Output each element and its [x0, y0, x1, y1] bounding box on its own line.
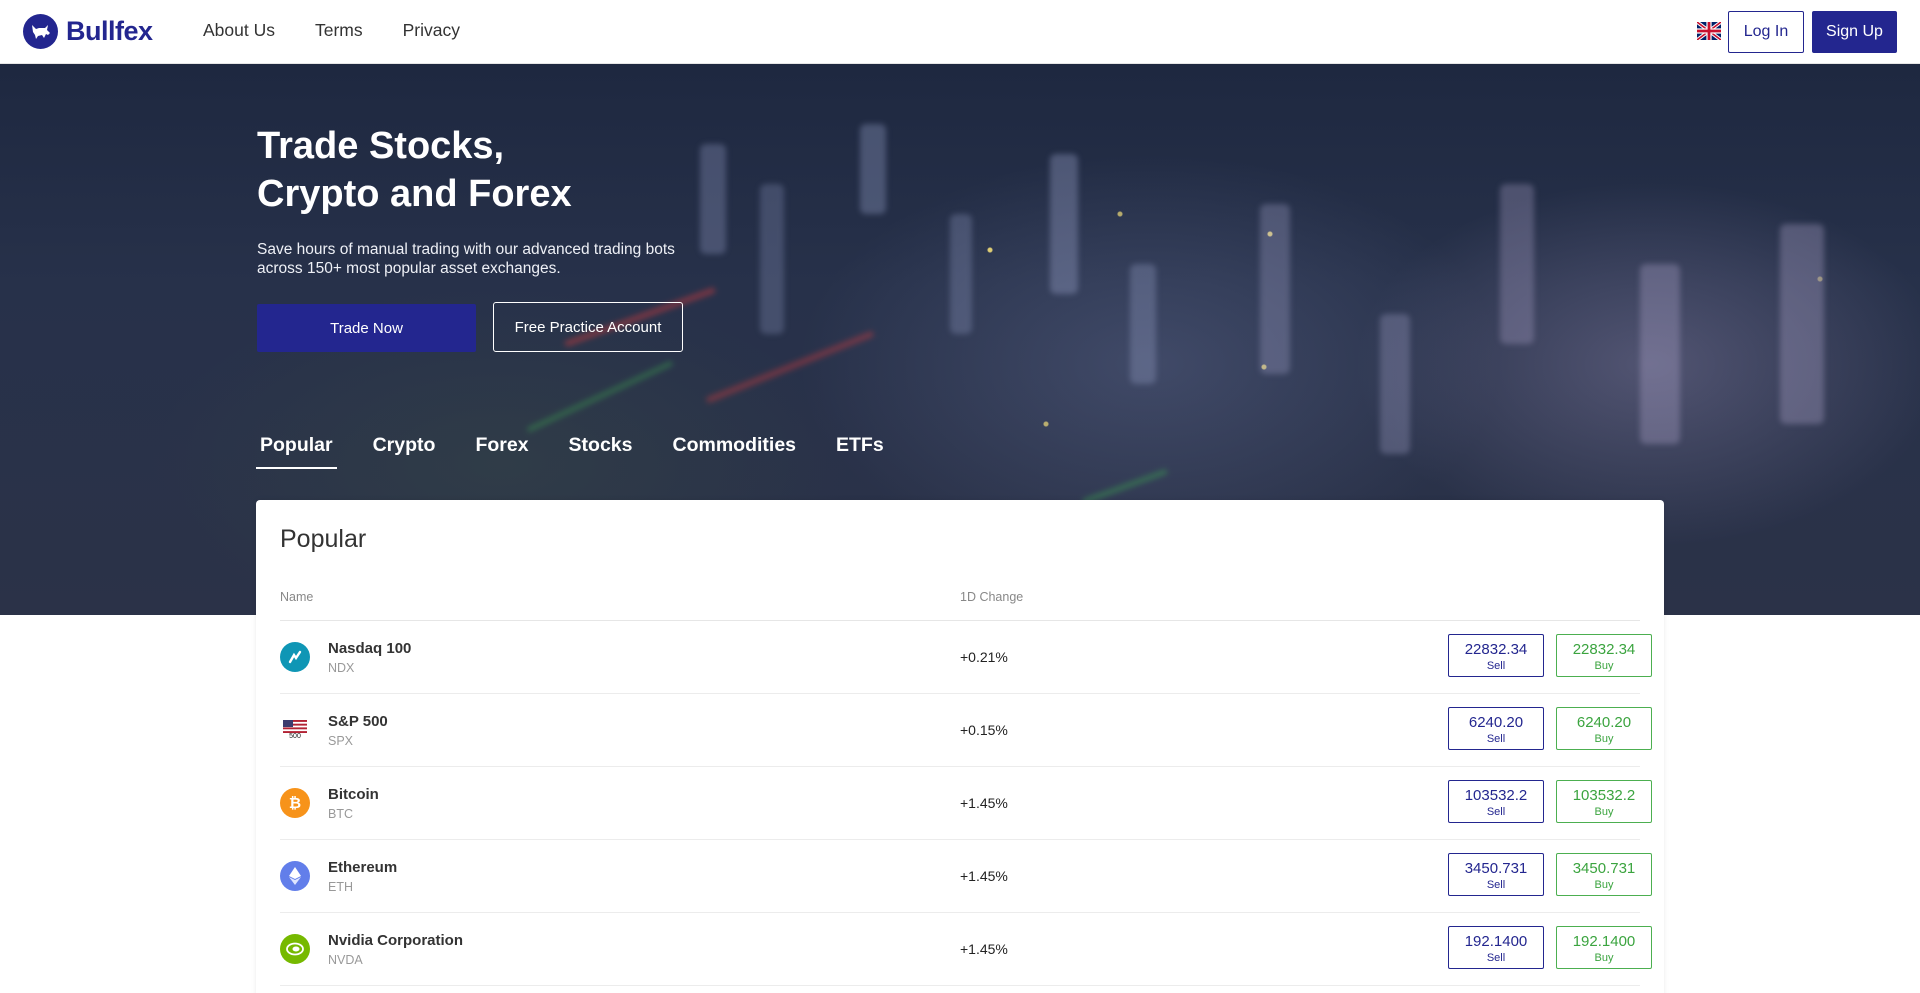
- asset-name[interactable]: Nasdaq 100: [328, 640, 411, 657]
- bull-logo-icon: [23, 14, 58, 49]
- sell-label: Sell: [1486, 660, 1506, 672]
- hero-subtitle: Save hours of manual trading with our ad…: [257, 240, 737, 278]
- asset-tabs: Popular Crypto Forex Stocks Commodities …: [256, 430, 888, 469]
- main-nav: About Us Terms Privacy: [203, 20, 460, 41]
- buy-label: Buy: [1594, 733, 1614, 745]
- hero-title-line-1: Trade Stocks,: [257, 125, 505, 167]
- sell-button[interactable]: 22832.34 Sell: [1448, 634, 1544, 677]
- hero-subtitle-line-1: Save hours of manual trading with our ad…: [257, 241, 675, 258]
- column-header-change: 1D Change: [960, 590, 1024, 604]
- sell-price: 192.1400: [1464, 933, 1528, 950]
- sell-price: 22832.34: [1464, 641, 1528, 658]
- buy-price: 22832.34: [1572, 641, 1636, 658]
- asset-symbol: ETH: [328, 880, 353, 894]
- asset-list: Nasdaq 100 NDX +0.21% 22832.34 Sell 2283…: [280, 621, 1652, 986]
- sell-button[interactable]: 192.1400 Sell: [1448, 926, 1544, 969]
- asset-name[interactable]: Nvidia Corporation: [328, 932, 463, 949]
- table-row: Nasdaq 100 NDX +0.21% 22832.34 Sell 2283…: [280, 621, 1652, 694]
- buy-button[interactable]: 103532.2 Buy: [1556, 780, 1652, 823]
- sell-label: Sell: [1486, 879, 1506, 891]
- buy-button[interactable]: 22832.34 Buy: [1556, 634, 1652, 677]
- trade-now-button[interactable]: Trade Now: [257, 304, 476, 352]
- sell-label: Sell: [1486, 952, 1506, 964]
- asset-name[interactable]: S&P 500: [328, 713, 388, 730]
- sell-button[interactable]: 6240.20 Sell: [1448, 707, 1544, 750]
- asset-symbol: SPX: [328, 734, 354, 748]
- free-practice-account-button[interactable]: Free Practice Account: [493, 302, 683, 352]
- buy-label: Buy: [1594, 879, 1614, 891]
- top-header: Bullfex About Us Terms Privacy Log In Si…: [0, 0, 1920, 64]
- tab-stocks[interactable]: Stocks: [565, 430, 637, 469]
- buy-label: Buy: [1594, 660, 1614, 672]
- buy-label: Buy: [1594, 806, 1614, 818]
- hero-subtitle-line-2: across 150+ most popular asset exchanges…: [257, 260, 561, 277]
- asset-change: +0.15%: [960, 722, 1008, 738]
- bitcoin-icon: ₿: [280, 788, 310, 818]
- tab-crypto[interactable]: Crypto: [369, 430, 440, 469]
- sell-price: 3450.731: [1464, 860, 1528, 877]
- buy-price: 192.1400: [1572, 933, 1636, 950]
- table-row: Nvidia Corporation NVDA +1.45% 192.1400 …: [280, 913, 1652, 986]
- card-title: Popular: [280, 525, 367, 553]
- tab-forex[interactable]: Forex: [471, 430, 532, 469]
- sp500-icon-label: 500: [289, 733, 301, 740]
- asset-change: +1.45%: [960, 941, 1008, 957]
- nvidia-icon: [280, 934, 310, 964]
- buy-price: 6240.20: [1576, 714, 1632, 731]
- table-row: ₿ Bitcoin BTC +1.45% 103532.2 Sell 10353…: [280, 767, 1652, 840]
- asset-name[interactable]: Bitcoin: [328, 786, 379, 803]
- asset-name[interactable]: Ethereum: [328, 859, 397, 876]
- buy-button[interactable]: 3450.731 Buy: [1556, 853, 1652, 896]
- nav-about-us[interactable]: About Us: [203, 20, 275, 41]
- buy-price: 3450.731: [1572, 860, 1636, 877]
- nav-terms[interactable]: Terms: [315, 20, 363, 41]
- buy-label: Buy: [1594, 952, 1614, 964]
- buy-price: 103532.2: [1572, 787, 1636, 804]
- column-header-name: Name: [280, 590, 314, 604]
- brand-logo[interactable]: Bullfex: [23, 14, 153, 49]
- asset-change: +0.21%: [960, 649, 1008, 665]
- sell-label: Sell: [1486, 806, 1506, 818]
- table-row: 500 S&P 500 SPX +0.15% 6240.20 Sell 6240…: [280, 694, 1652, 767]
- us-flag-500-icon: 500: [280, 715, 310, 745]
- sell-button[interactable]: 103532.2 Sell: [1448, 780, 1544, 823]
- buy-button[interactable]: 192.1400 Buy: [1556, 926, 1652, 969]
- ethereum-icon: [280, 861, 310, 891]
- sell-button[interactable]: 3450.731 Sell: [1448, 853, 1544, 896]
- sell-price: 6240.20: [1468, 714, 1524, 731]
- asset-change: +1.45%: [960, 795, 1008, 811]
- login-button[interactable]: Log In: [1728, 11, 1804, 53]
- asset-change: +1.45%: [960, 868, 1008, 884]
- table-row: Ethereum ETH +1.45% 3450.731 Sell 3450.7…: [280, 840, 1652, 913]
- asset-symbol: BTC: [328, 807, 353, 821]
- signup-button[interactable]: Sign Up: [1812, 11, 1897, 53]
- tab-etfs[interactable]: ETFs: [832, 430, 888, 469]
- hero-title: Trade Stocks, Crypto and Forex: [257, 122, 572, 218]
- brand-name: Bullfex: [66, 16, 153, 46]
- assets-card: Popular Name 1D Change Nasdaq 100 NDX +0…: [256, 500, 1664, 993]
- asset-symbol: NVDA: [328, 953, 363, 967]
- nasdaq-icon: [280, 642, 310, 672]
- uk-flag-icon[interactable]: [1695, 20, 1723, 42]
- tab-popular[interactable]: Popular: [256, 430, 337, 469]
- buy-button[interactable]: 6240.20 Buy: [1556, 707, 1652, 750]
- sell-price: 103532.2: [1464, 787, 1528, 804]
- sell-label: Sell: [1486, 733, 1506, 745]
- asset-symbol: NDX: [328, 661, 355, 675]
- nav-privacy[interactable]: Privacy: [403, 20, 460, 41]
- tab-commodities[interactable]: Commodities: [669, 430, 801, 469]
- hero-title-line-2: Crypto and Forex: [257, 173, 572, 215]
